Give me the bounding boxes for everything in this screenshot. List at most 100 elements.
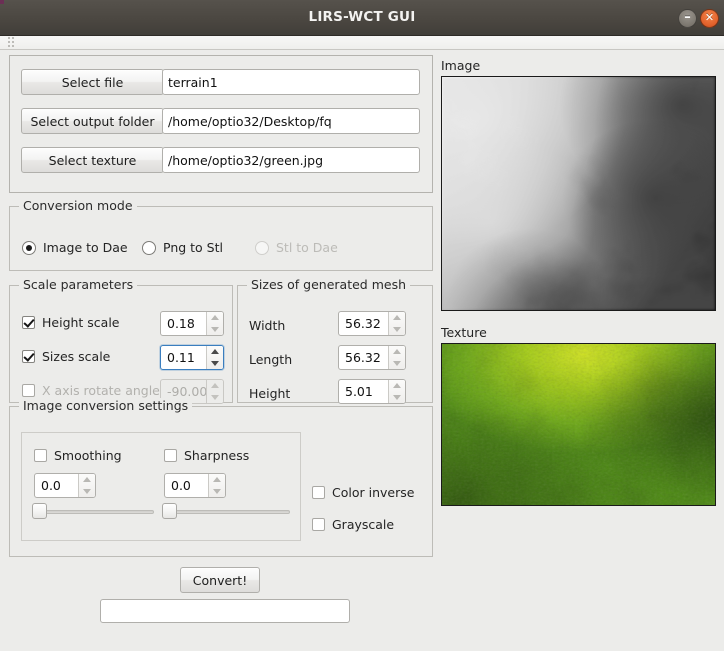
- image-preview[interactable]: [441, 76, 716, 311]
- spinbox-height-scale-value[interactable]: 0.18: [161, 312, 206, 335]
- stepper-down-button[interactable]: [207, 358, 223, 370]
- radio-image-to-dae[interactable]: Image to Dae: [22, 240, 128, 255]
- spinbox-sharpness-steppers[interactable]: [208, 474, 225, 497]
- checkbox-height-scale[interactable]: Height scale: [22, 315, 120, 330]
- window-titlebar[interactable]: LIRS-WCT GUI – ✕: [0, 0, 724, 36]
- stepper-down-button[interactable]: [389, 392, 405, 404]
- radio-disabled-icon: [255, 240, 269, 255]
- slider-smoothing[interactable]: [32, 502, 154, 520]
- triangle-down-icon: [393, 326, 401, 332]
- stepper-down-button[interactable]: [389, 358, 405, 370]
- stepper-up-button[interactable]: [207, 312, 223, 324]
- select-output-folder-button[interactable]: Select output folder: [21, 108, 164, 134]
- stepper-up-button[interactable]: [207, 346, 223, 358]
- checkbox-sizes-scale-label: Sizes scale: [42, 349, 111, 364]
- slider-sharpness-handle[interactable]: [162, 503, 177, 519]
- stepper-up-button[interactable]: [389, 380, 405, 392]
- terrain-heightmap-image: [442, 77, 715, 310]
- checkbox-smoothing-label: Smoothing: [54, 448, 122, 463]
- triangle-down-icon: [393, 360, 401, 366]
- stepper-up-button: [207, 380, 223, 392]
- spinbox-smoothing-value[interactable]: 0.0: [35, 474, 78, 497]
- spinbox-mesh-height-steppers[interactable]: [388, 380, 405, 403]
- triangle-down-icon: [211, 394, 219, 400]
- triangle-up-icon: [393, 349, 401, 355]
- conversion-mode-group: Conversion mode Image to Dae Png to Stl …: [9, 198, 433, 271]
- conversion-mode-title: Conversion mode: [19, 198, 137, 213]
- stepper-up-button[interactable]: [209, 474, 225, 486]
- spinbox-mesh-height[interactable]: 5.01: [338, 379, 406, 404]
- spinbox-sharpness-value[interactable]: 0.0: [165, 474, 208, 497]
- radio-image-to-dae-label: Image to Dae: [43, 240, 128, 255]
- slider-smoothing-groove[interactable]: [32, 510, 154, 514]
- select-texture-input[interactable]: /home/optio32/green.jpg: [162, 147, 420, 173]
- texture-preview-label: Texture: [441, 325, 487, 340]
- mesh-length-label: Length: [249, 352, 293, 367]
- checkbox-smoothing[interactable]: Smoothing: [34, 448, 122, 463]
- minimize-button[interactable]: –: [678, 9, 697, 28]
- checkbox-grayscale-label: Grayscale: [332, 517, 395, 532]
- spinbox-height-scale[interactable]: 0.18: [160, 311, 224, 336]
- spinbox-mesh-height-value[interactable]: 5.01: [339, 380, 388, 403]
- stepper-up-button[interactable]: [79, 474, 95, 486]
- select-file-input[interactable]: terrain1: [162, 69, 420, 95]
- checkbox-x-axis-rotate-angle[interactable]: X axis rotate angle: [22, 383, 160, 398]
- spinbox-mesh-width[interactable]: 56.32: [338, 311, 406, 336]
- file-selection-panel: Select file terrain1 Select output folde…: [9, 55, 433, 193]
- select-texture-button[interactable]: Select texture: [21, 147, 164, 173]
- spinbox-sharpness[interactable]: 0.0: [164, 473, 226, 498]
- radio-stl-to-dae: Stl to Dae: [255, 240, 338, 255]
- triangle-up-icon: [211, 349, 219, 355]
- spinbox-sizes-scale-value[interactable]: 0.11: [161, 346, 206, 369]
- slider-smoothing-handle[interactable]: [32, 503, 47, 519]
- menubar-grip-handle[interactable]: [8, 37, 15, 49]
- checkbox-sharpness-label: Sharpness: [184, 448, 250, 463]
- stepper-down-button[interactable]: [389, 324, 405, 336]
- triangle-down-icon: [211, 360, 219, 366]
- spinbox-mesh-length-steppers[interactable]: [388, 346, 405, 369]
- spinbox-mesh-length-value[interactable]: 56.32: [339, 346, 388, 369]
- triangle-up-icon: [83, 477, 91, 483]
- status-input[interactable]: [100, 599, 350, 623]
- stepper-up-button[interactable]: [389, 346, 405, 358]
- select-file-button[interactable]: Select file: [21, 69, 164, 95]
- triangle-down-icon: [213, 488, 221, 494]
- stepper-up-button[interactable]: [389, 312, 405, 324]
- stepper-down-button[interactable]: [207, 324, 223, 336]
- spinbox-mesh-length[interactable]: 56.32: [338, 345, 406, 370]
- stepper-down-button[interactable]: [209, 486, 225, 498]
- close-button[interactable]: ✕: [700, 9, 719, 28]
- triangle-up-icon: [211, 383, 219, 389]
- stepper-down-button[interactable]: [79, 486, 95, 498]
- triangle-up-icon: [213, 477, 221, 483]
- triangle-down-icon: [393, 394, 401, 400]
- menubar-strip: [0, 36, 724, 50]
- window-title: LIRS-WCT GUI: [308, 9, 416, 25]
- spinbox-sizes-scale[interactable]: 0.11: [160, 345, 224, 370]
- convert-button[interactable]: Convert!: [180, 567, 260, 593]
- spinbox-height-scale-steppers[interactable]: [206, 312, 223, 335]
- scale-parameters-group: Scale parameters Height scale 0.18 Sizes…: [9, 277, 233, 404]
- spinbox-smoothing[interactable]: 0.0: [34, 473, 96, 498]
- checkbox-color-inverse[interactable]: Color inverse: [312, 485, 414, 500]
- texture-preview[interactable]: [441, 343, 716, 506]
- spinbox-smoothing-steppers[interactable]: [78, 474, 95, 497]
- checkbox-unchecked-icon: [22, 384, 35, 397]
- mesh-sizes-title: Sizes of generated mesh: [247, 277, 411, 292]
- checkbox-grayscale[interactable]: Grayscale: [312, 517, 394, 532]
- slider-sharpness[interactable]: [162, 502, 290, 520]
- radio-stl-to-dae-label: Stl to Dae: [276, 240, 338, 255]
- checkbox-unchecked-icon: [164, 449, 177, 462]
- spinbox-mesh-width-value[interactable]: 56.32: [339, 312, 388, 335]
- image-conversion-settings-title: Image conversion settings: [19, 398, 193, 413]
- select-output-folder-input[interactable]: /home/optio32/Desktop/fq: [162, 108, 420, 134]
- triangle-up-icon: [393, 315, 401, 321]
- slider-sharpness-groove[interactable]: [162, 510, 290, 514]
- spinbox-sizes-scale-steppers[interactable]: [206, 346, 223, 369]
- checkbox-sizes-scale[interactable]: Sizes scale: [22, 349, 110, 364]
- radio-selected-icon: [22, 240, 36, 255]
- checkbox-sharpness[interactable]: Sharpness: [164, 448, 249, 463]
- spinbox-mesh-width-steppers[interactable]: [388, 312, 405, 335]
- triangle-down-icon: [83, 488, 91, 494]
- radio-png-to-stl[interactable]: Png to Stl: [142, 240, 223, 255]
